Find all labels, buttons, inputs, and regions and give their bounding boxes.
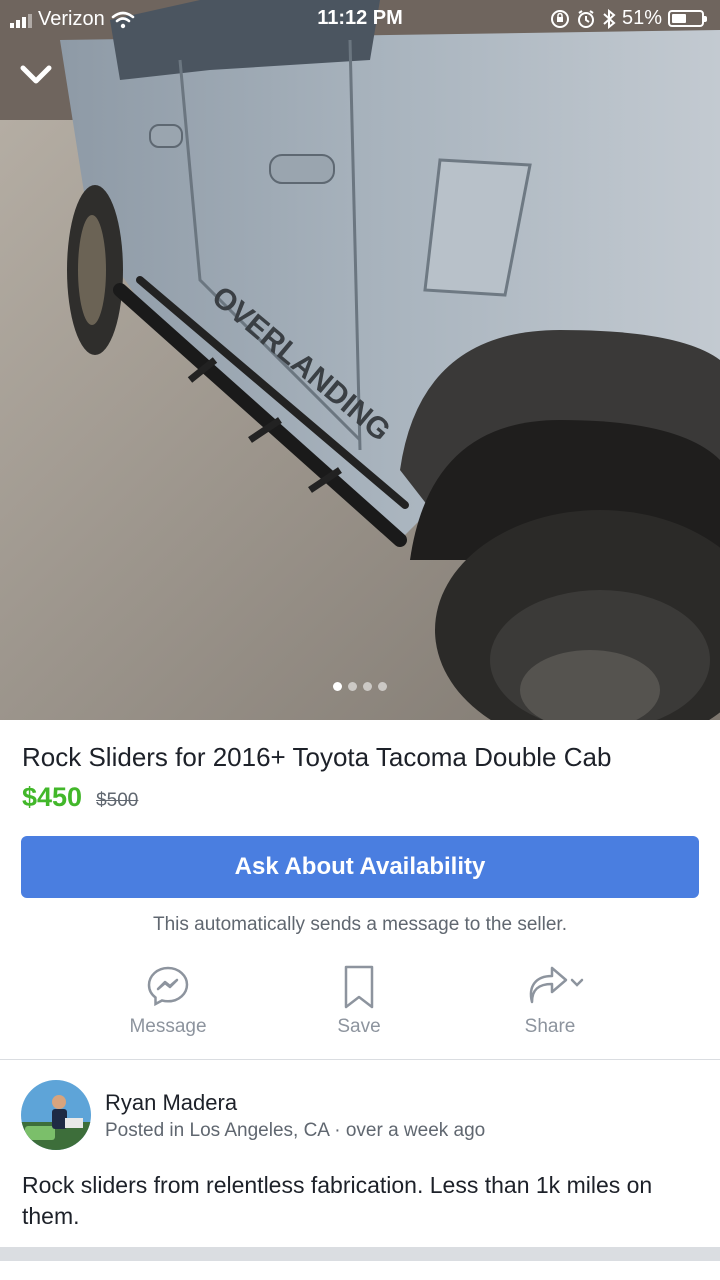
listing-description: Rock sliders from relentless fabrication… bbox=[22, 1172, 653, 1229]
seller-location: Posted in Los Angeles, CA bbox=[105, 1120, 329, 1141]
share-button[interactable]: Share bbox=[480, 962, 620, 1038]
carousel-indicator[interactable] bbox=[0, 678, 720, 696]
share-label: Share bbox=[524, 1016, 576, 1037]
listing-title: Rock Sliders for 2016+ Toyota Tacoma Dou… bbox=[22, 742, 612, 772]
bottom-separator bbox=[0, 1247, 720, 1261]
listing-price: $450 bbox=[22, 782, 83, 812]
battery-percent: 51% bbox=[621, 7, 662, 29]
action-bar: Message Save Share bbox=[0, 962, 720, 1054]
message-label: Message bbox=[129, 1016, 207, 1037]
bluetooth-icon bbox=[603, 8, 616, 29]
battery-icon bbox=[668, 10, 707, 27]
carousel-dot-3[interactable] bbox=[363, 682, 372, 691]
chevron-down-icon bbox=[570, 978, 584, 987]
seller-info[interactable]: Ryan Madera Posted in Los Angeles, CA · … bbox=[21, 1080, 701, 1152]
posted-time: over a week ago bbox=[345, 1120, 486, 1141]
carousel-dot-1[interactable] bbox=[333, 682, 342, 691]
carousel-dot-2[interactable] bbox=[348, 682, 357, 691]
status-bar: Verizon 11:12 PM 51% bbox=[0, 0, 720, 38]
listing-photo[interactable]: OVERLANDING bbox=[0, 0, 720, 720]
price-row: $450 $500 bbox=[22, 782, 138, 813]
bookmark-icon bbox=[344, 965, 374, 1009]
truck-photo-illustration: OVERLANDING bbox=[0, 0, 720, 720]
avatar-photo bbox=[21, 1080, 91, 1150]
collapse-chevron-icon[interactable] bbox=[18, 60, 54, 90]
seller-meta: Posted in Los Angeles, CA · over a week … bbox=[105, 1120, 485, 1142]
seller-name[interactable]: Ryan Madera bbox=[105, 1090, 237, 1116]
seller-avatar[interactable] bbox=[21, 1080, 91, 1150]
message-button[interactable]: Message bbox=[98, 962, 238, 1038]
section-divider bbox=[0, 1059, 720, 1060]
messenger-icon bbox=[147, 966, 189, 1007]
carousel-dot-4[interactable] bbox=[378, 682, 387, 691]
alarm-icon bbox=[577, 9, 594, 28]
original-price: $500 bbox=[96, 790, 139, 811]
share-icon bbox=[529, 966, 584, 1004]
meta-separator: · bbox=[334, 1120, 341, 1141]
orientation-lock-icon bbox=[550, 9, 569, 28]
ask-availability-button[interactable]: Ask About Availability bbox=[21, 836, 699, 898]
save-label: Save bbox=[337, 1016, 381, 1037]
status-right: 51% bbox=[550, 7, 707, 30]
auto-message-note: This automatically sends a message to th… bbox=[153, 914, 567, 935]
save-button[interactable]: Save bbox=[289, 962, 429, 1038]
